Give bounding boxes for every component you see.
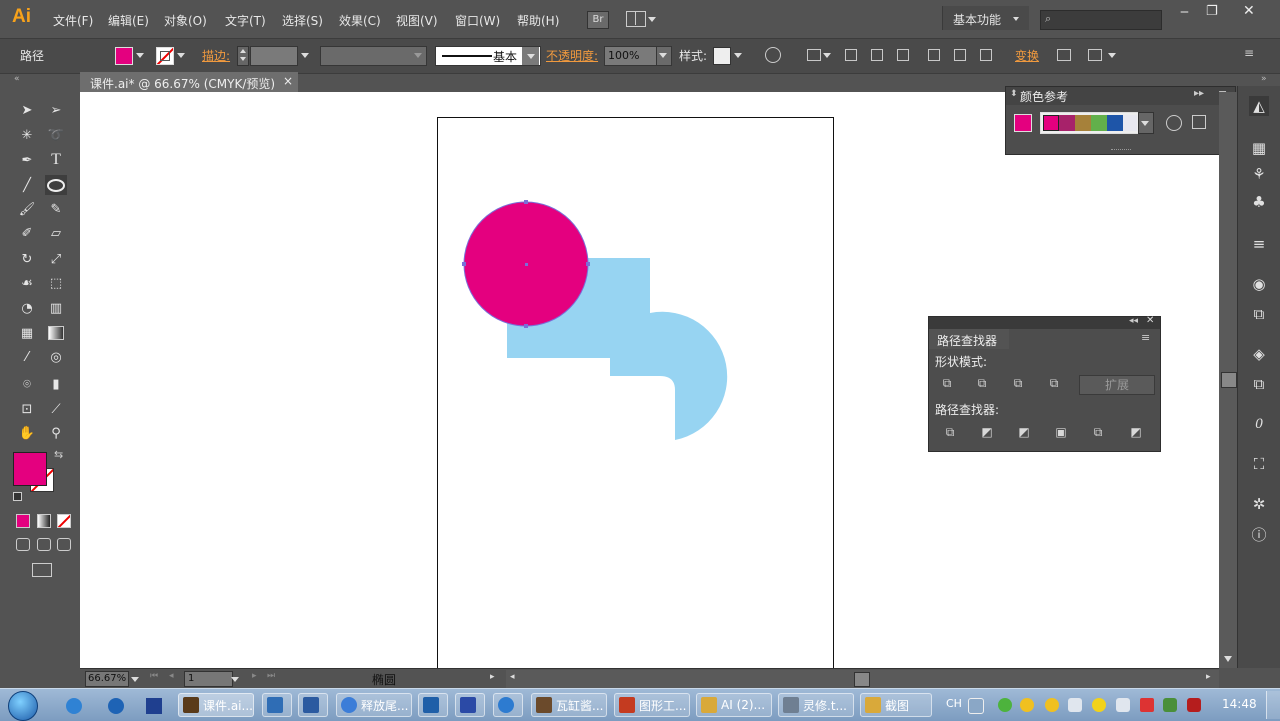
scroll-down-icon[interactable] xyxy=(1224,656,1232,662)
swatches-dock-icon[interactable]: ▦ xyxy=(1249,138,1269,158)
quicklaunch-icon[interactable] xyxy=(66,698,82,714)
pathfinder-title: 路径查找器 xyxy=(937,334,998,348)
brushes-dock-icon[interactable]: ⚘ xyxy=(1249,164,1269,184)
quicklaunch-icon[interactable] xyxy=(108,698,124,714)
expand-panel-icon[interactable]: ▸▸ xyxy=(1194,88,1204,99)
show-desktop-button[interactable] xyxy=(1266,691,1280,719)
vertical-scrollbar[interactable] xyxy=(1219,92,1237,668)
taskbar: 课件.ai... 释放尾... 瓦缸酱... 图形工... AI (2)... … xyxy=(0,688,1280,721)
graphic-styles-dock-icon[interactable]: ⧉ xyxy=(1249,304,1269,324)
close-panel-icon[interactable]: ✕ xyxy=(1146,315,1154,326)
unite-button[interactable]: ⧉ xyxy=(939,376,955,390)
horizontal-scrollbar[interactable]: ◂ ▸ xyxy=(506,670,1219,688)
layers-dock-icon[interactable]: ◈ xyxy=(1249,344,1269,364)
panel-menu-icon[interactable]: ≡ xyxy=(1141,331,1150,344)
horizontal-scroll-thumb[interactable] xyxy=(854,672,870,687)
last-artboard-icon[interactable]: ⏭ xyxy=(267,671,275,681)
next-artboard-icon[interactable]: ▸ xyxy=(252,671,257,681)
pathfinders-label: 路径查找器: xyxy=(935,403,1000,417)
ime-indicator[interactable]: CH xyxy=(946,697,962,710)
dock-collapse-icon[interactable]: » xyxy=(1237,74,1280,86)
harmony-rule-swatches[interactable] xyxy=(1040,112,1140,134)
trim-button[interactable]: ◩ xyxy=(979,425,995,439)
outline-button[interactable]: ⧉ xyxy=(1090,425,1106,439)
status-bar: 66.67% ⏮ ◂ 1 ▸ ⏭ 椭圆 ▸ ◂ ▸ xyxy=(80,668,1219,689)
zoom-field[interactable]: 66.67% xyxy=(85,671,129,687)
merge-button[interactable]: ◩ xyxy=(1016,425,1032,439)
color-guide-panel: ⬍ 颜色参考 ▸▸ ≡ xyxy=(1005,86,1236,155)
taskbar-item[interactable]: AI (2)... xyxy=(696,693,772,717)
current-tool-status: 椭圆 xyxy=(372,673,397,687)
stroke-dock-icon[interactable]: ≡ xyxy=(1249,234,1269,254)
symbols-dock-icon[interactable]: ♣ xyxy=(1249,192,1269,212)
anchor-point[interactable] xyxy=(524,324,528,328)
expand-button[interactable]: 扩展 xyxy=(1079,375,1155,395)
taskbar-item[interactable] xyxy=(298,693,328,717)
artboards-dock-icon[interactable]: ⧉ xyxy=(1249,374,1269,394)
taskbar-item[interactable] xyxy=(493,693,523,717)
center-point xyxy=(525,263,528,266)
base-color-swatch[interactable] xyxy=(1014,114,1032,132)
taskbar-item[interactable]: 释放尾... xyxy=(336,693,412,717)
glyphs-dock-icon[interactable]: 0 xyxy=(1249,414,1269,434)
navigator-dock-icon[interactable]: ✲ xyxy=(1249,494,1269,514)
collapse-panel-icon[interactable]: ◂◂ xyxy=(1129,316,1138,326)
acrobat-icon[interactable] xyxy=(1187,698,1201,712)
minus-back-button[interactable]: ◩ xyxy=(1128,425,1144,439)
crop-button[interactable]: ▣ xyxy=(1053,425,1069,439)
anchor-point[interactable] xyxy=(586,262,590,266)
taskbar-item[interactable]: 截图 xyxy=(860,693,932,717)
keyboard-icon[interactable] xyxy=(968,698,984,714)
pathfinder-panel: ◂◂ ✕ 路径查找器 ≡ 形状模式: ⧉ ⧉ ⧉ ⧉ 扩展 路径查找器: ⧉ ◩… xyxy=(928,315,1161,452)
taskbar-item[interactable] xyxy=(418,693,448,717)
taskbar-item[interactable] xyxy=(455,693,485,717)
edit-colors-icon[interactable] xyxy=(1166,115,1182,131)
start-button[interactable] xyxy=(8,691,38,721)
tray-icon[interactable] xyxy=(1140,698,1154,712)
color-guide-title: 颜色参考 xyxy=(1020,90,1069,104)
photoshop-quicklaunch-icon[interactable] xyxy=(146,698,162,714)
artboard-number-field[interactable]: 1 xyxy=(184,671,233,687)
qq-icon[interactable] xyxy=(1045,698,1059,712)
transform-dock-icon[interactable]: ⛶ xyxy=(1249,454,1269,474)
anchor-point[interactable] xyxy=(462,262,466,266)
minus-front-button[interactable]: ⧉ xyxy=(974,376,990,390)
qq-icon[interactable] xyxy=(1020,698,1034,712)
tray-icon[interactable] xyxy=(998,698,1012,712)
save-color-group-icon[interactable] xyxy=(1192,115,1206,129)
taskbar-item[interactable]: 瓦缸酱... xyxy=(531,693,607,717)
prev-artboard-icon[interactable]: ◂ xyxy=(169,671,174,681)
volume-icon[interactable] xyxy=(1068,698,1082,712)
first-artboard-icon[interactable]: ⏮ xyxy=(150,671,158,681)
clock: 14:48 xyxy=(1222,697,1257,711)
illustrator-icon xyxy=(183,697,199,713)
right-dock: ◭ ▦ ⚘ ♣ ≡ ◉ ⧉ ◈ ⧉ 0 ⛶ ✲ ⓘ xyxy=(1237,86,1280,668)
shape-modes-label: 形状模式: xyxy=(935,355,988,369)
status-menu-icon[interactable]: ▸ xyxy=(490,672,495,682)
info-dock-icon[interactable]: ⓘ xyxy=(1249,524,1269,544)
anchor-point[interactable] xyxy=(524,200,528,204)
tray-icon[interactable] xyxy=(1092,698,1106,712)
appearance-dock-icon[interactable]: ◉ xyxy=(1249,274,1269,294)
exclude-button[interactable]: ⧉ xyxy=(1046,376,1062,390)
vertical-scroll-thumb[interactable] xyxy=(1221,372,1237,388)
taskbar-item[interactable] xyxy=(262,693,292,717)
divide-button[interactable]: ⧉ xyxy=(942,425,958,439)
intersect-button[interactable]: ⧉ xyxy=(1010,376,1026,390)
color-guide-dock-icon[interactable]: ◭ xyxy=(1249,96,1269,116)
taskbar-item[interactable]: 课件.ai... xyxy=(178,693,254,717)
tray-icon[interactable] xyxy=(1163,698,1177,712)
panel-toggle-icon[interactable]: ⬍ xyxy=(1010,89,1018,99)
network-icon[interactable] xyxy=(1116,698,1130,712)
taskbar-item[interactable]: 灵修.t... xyxy=(778,693,854,717)
taskbar-item[interactable]: 图形工... xyxy=(614,693,690,717)
